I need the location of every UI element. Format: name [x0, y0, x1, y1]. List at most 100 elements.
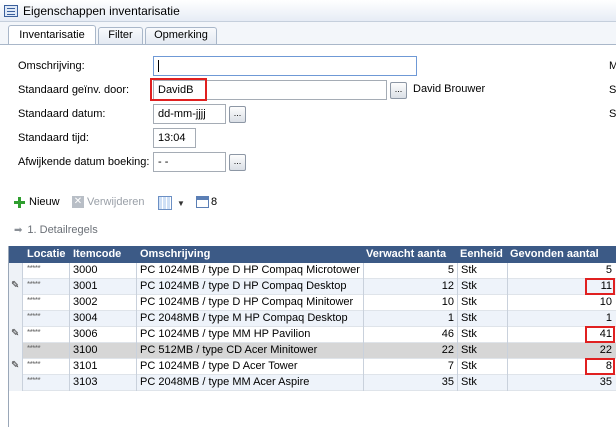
row-indicator[interactable]: ✎ — [8, 327, 23, 343]
cell-itemcode: 3002 — [73, 296, 98, 308]
arrow-right-icon: ➡ — [14, 224, 23, 236]
afwijkend-input[interactable]: - - — [153, 152, 226, 172]
column-divider — [457, 327, 458, 343]
cell-gevonden: 22 — [599, 344, 612, 356]
grid-header: Locatie Itemcode Omschrijving Verwacht a… — [8, 246, 616, 263]
cell-omschrijving: PC 2048MB / type MM Acer Aspire — [140, 376, 310, 388]
cell-gevonden: 10 — [599, 296, 612, 308]
table-row[interactable]: ✎ ***** 3001 PC 1024MB / type D HP Compaq D… — [8, 278, 616, 295]
cell-locatie: ***** — [27, 280, 41, 289]
tijd-input[interactable]: 13:04 — [153, 128, 196, 148]
table-row[interactable]: ***** 3004 PC 2048MB / type M HP Compaq De… — [8, 311, 616, 327]
column-divider — [457, 279, 458, 295]
count-value: 8 — [211, 196, 218, 208]
table-row[interactable]: ***** 3002 PC 1024MB / type D HP Compaq Mi… — [8, 295, 616, 311]
datum-picker-button[interactable]: ... — [229, 106, 246, 123]
column-divider — [69, 279, 70, 295]
cell-verwacht: 22 — [441, 344, 454, 356]
grid-options-dropdown[interactable]: ▼ — [158, 196, 185, 210]
window-title: Eigenschappen inventarisatie — [23, 3, 180, 18]
right-clipped-label-3: S — [609, 108, 616, 120]
invdoor-name: David Brouwer — [413, 83, 486, 95]
tijd-label: Standaard tijd: — [18, 132, 89, 144]
column-divider — [457, 295, 458, 311]
omschrijving-label: Omschrijving: — [18, 60, 85, 72]
col-header-itemcode[interactable]: Itemcode — [73, 248, 121, 260]
detail-toolbar: Nieuw ✕ Verwijderen ▼ 8 — [0, 192, 616, 214]
table-row[interactable]: ***** 3000 PC 1024MB / type D HP Compaq Mi… — [8, 263, 616, 279]
cell-locatie: ***** — [27, 312, 41, 321]
table-row[interactable]: ***** 3103 PC 2048MB / type MM Acer Aspire… — [8, 375, 616, 391]
cell-gevonden: 5 — [605, 264, 612, 276]
cell-gevonden: 35 — [599, 376, 612, 388]
cell-locatie: ***** — [27, 376, 41, 385]
cell-itemcode: 3101 — [73, 360, 98, 372]
properties-form: Omschrijving: Standaard geïnv. door: Dav… — [0, 45, 616, 185]
delete-button[interactable]: ✕ Verwijderen — [72, 196, 144, 208]
cell-verwacht: 5 — [447, 264, 454, 276]
table-row[interactable]: ✎ ***** 3101 PC 1024MB / type D Acer Tower 7… — [8, 358, 616, 375]
column-divider — [457, 375, 458, 391]
datum-input[interactable]: dd-mm-jjjj — [153, 104, 226, 124]
cell-omschrijving: PC 2048MB / type M HP Compaq Desktop — [140, 312, 348, 324]
cell-verwacht: 10 — [441, 296, 454, 308]
cell-verwacht: 7 — [447, 360, 454, 372]
cell-itemcode: 3006 — [73, 328, 98, 340]
col-header-verwacht[interactable]: Verwacht aanta — [366, 248, 446, 260]
section-label: 1. Detailregels — [27, 224, 98, 236]
count-button[interactable]: 8 — [196, 196, 217, 208]
table-row[interactable]: ✎ ***** 3006 PC 1024MB / type MM HP Pavilio… — [8, 326, 616, 343]
cell-locatie: ***** — [27, 344, 41, 353]
row-indicator[interactable] — [8, 343, 23, 359]
invdoor-lookup-button[interactable]: ... — [390, 82, 407, 99]
afwijkend-label: Afwijkende datum boeking: — [18, 156, 150, 168]
col-header-gevonden[interactable]: Gevonden aantal — [510, 248, 599, 260]
column-divider — [136, 327, 137, 343]
found-highlight — [585, 278, 615, 295]
cell-locatie: ***** — [27, 264, 41, 273]
cell-itemcode: 3001 — [73, 280, 98, 292]
row-indicator[interactable] — [8, 295, 23, 311]
calendar-icon — [196, 196, 209, 208]
cell-eenheid: Stk — [461, 296, 477, 308]
new-button[interactable]: Nieuw — [14, 196, 60, 208]
tab-opmerking[interactable]: Opmerking — [145, 27, 217, 44]
cell-omschrijving: PC 512MB / type CD Acer Minitower — [140, 344, 318, 356]
cell-itemcode: 3000 — [73, 264, 98, 276]
column-divider — [136, 295, 137, 311]
column-divider — [136, 359, 137, 375]
cell-eenheid: Stk — [461, 264, 477, 276]
plus-icon — [14, 196, 25, 208]
found-highlight — [585, 326, 615, 343]
tab-inventarisatie[interactable]: Inventarisatie — [8, 25, 96, 45]
text-cursor — [158, 60, 159, 73]
col-header-locatie[interactable]: Locatie — [27, 248, 66, 260]
cell-locatie: ***** — [27, 328, 41, 337]
row-indicator[interactable] — [8, 311, 23, 327]
chevron-down-icon: ▼ — [177, 198, 185, 208]
cell-eenheid: Stk — [461, 280, 477, 292]
row-indicator[interactable]: ✎ — [8, 279, 23, 295]
section-header[interactable]: ➡ 1. Detailregels — [14, 224, 98, 236]
column-divider — [457, 311, 458, 327]
column-divider — [69, 343, 70, 359]
row-indicator[interactable] — [8, 263, 23, 279]
grid-settings-icon — [158, 196, 172, 210]
tab-filter[interactable]: Filter — [98, 27, 143, 44]
pencil-icon: ✎ — [11, 280, 20, 291]
cell-itemcode: 3004 — [73, 312, 98, 324]
column-divider — [69, 327, 70, 343]
pencil-icon: ✎ — [11, 328, 20, 339]
afwijkend-picker-button[interactable]: ... — [229, 154, 246, 171]
column-divider — [136, 279, 137, 295]
omschrijving-input[interactable] — [153, 56, 417, 76]
col-header-eenheid[interactable]: Eenheid — [460, 248, 503, 260]
cell-locatie: ***** — [27, 296, 41, 305]
row-indicator[interactable]: ✎ — [8, 359, 23, 375]
tab-strip: Inventarisatie Filter Opmerking — [0, 22, 616, 45]
col-header-omschrijving[interactable]: Omschrijving — [140, 248, 210, 260]
table-row[interactable]: ***** 3100 PC 512MB / type CD Acer Minitow… — [8, 343, 616, 359]
column-divider — [136, 263, 137, 279]
cell-omschrijving: PC 1024MB / type D HP Compaq Desktop — [140, 280, 347, 292]
row-indicator[interactable] — [8, 375, 23, 391]
